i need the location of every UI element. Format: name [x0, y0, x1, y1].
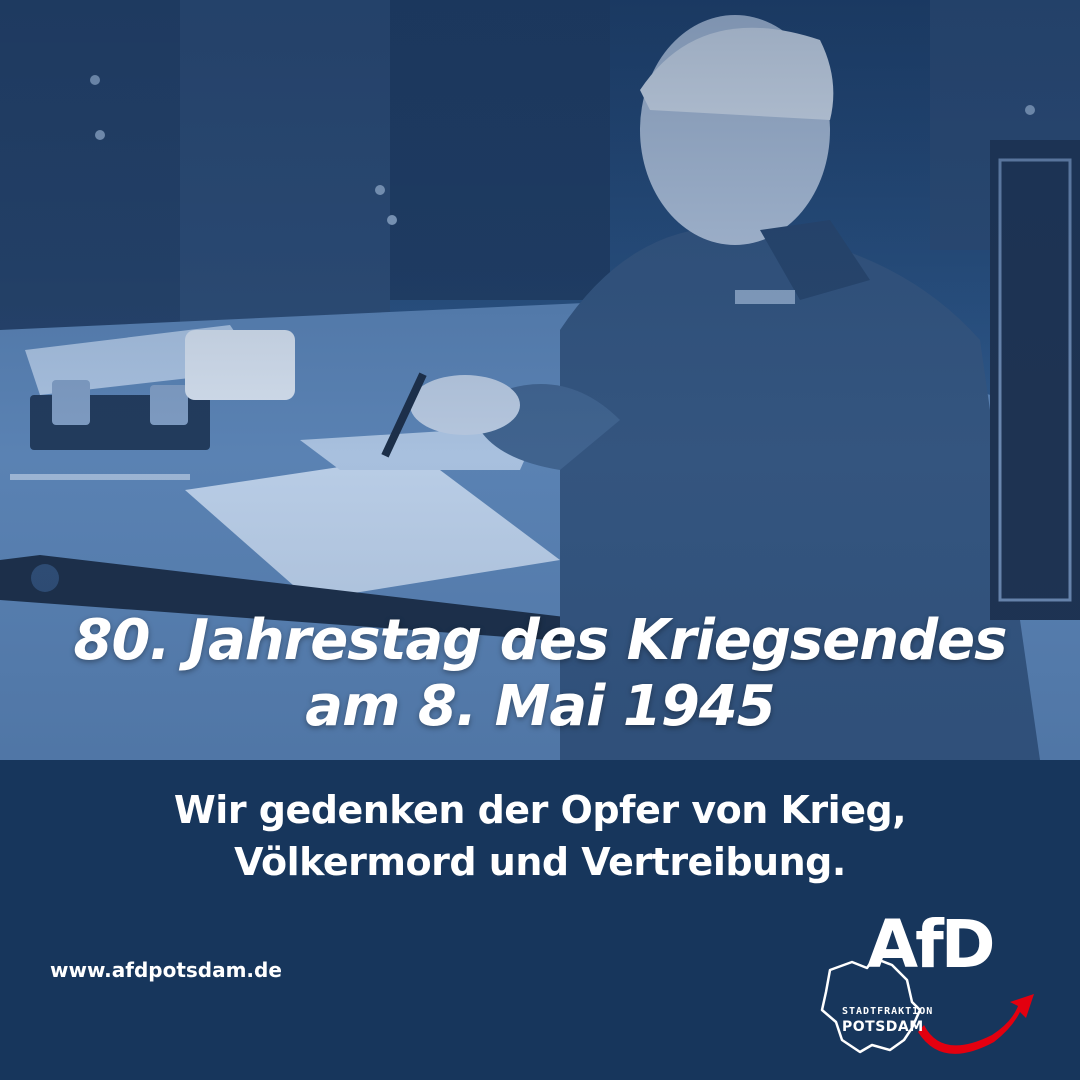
afd-logo: AfD STADTFRAKTION POTSDAM	[812, 910, 1042, 1060]
headline-line-2: am 8. Mai 1945	[305, 674, 775, 739]
logo-subtitle-top: STADTFRAKTION	[842, 1006, 934, 1017]
afd-wordmark: AfD	[867, 906, 996, 983]
bottom-panel: Wir gedenken der Opfer von Krieg, Völker…	[0, 760, 1080, 1080]
subline-line-1: Wir gedenken der Opfer von Krieg,	[173, 788, 907, 832]
subline: Wir gedenken der Opfer von Krieg, Völker…	[0, 784, 1080, 888]
headline-line-1: 80. Jahrestag des Kriegsendes	[73, 608, 1007, 673]
subline-line-2: Völkermord und Vertreibung.	[234, 840, 846, 884]
website-url: www.afdpotsdam.de	[50, 958, 282, 982]
headline: 80. Jahrestag des Kriegsendes am 8. Mai …	[0, 608, 1080, 740]
social-post-graphic: 80. Jahrestag des Kriegsendes am 8. Mai …	[0, 0, 1080, 1080]
logo-subtitle-bottom: POTSDAM	[842, 1019, 924, 1035]
